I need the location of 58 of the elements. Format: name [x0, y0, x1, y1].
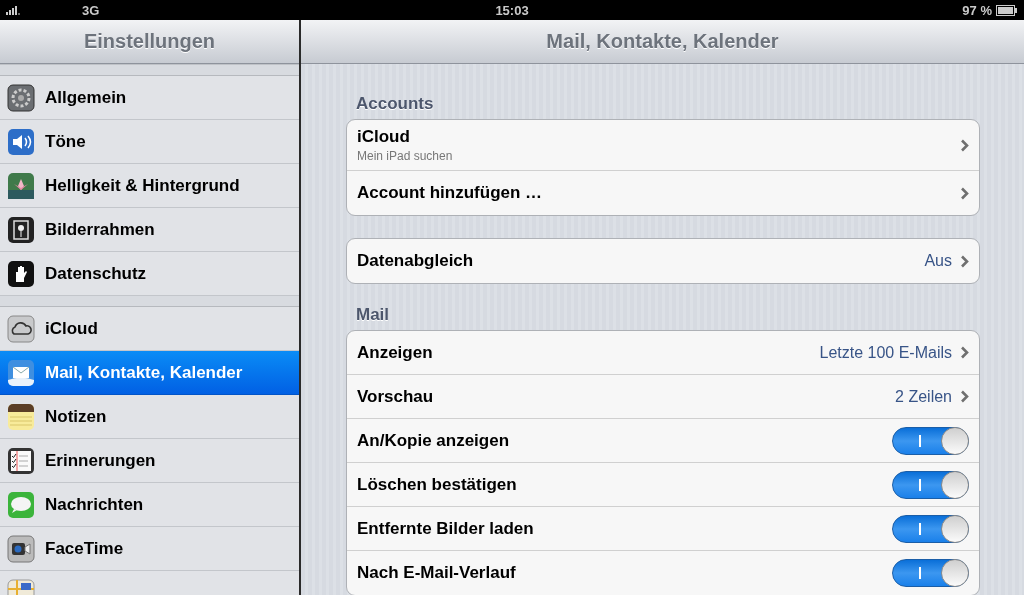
chevron-icon — [960, 346, 969, 359]
chevron-icon — [960, 138, 969, 152]
sidebar-item[interactable]: Töne — [0, 120, 299, 164]
sidebar-item[interactable]: Notizen — [0, 395, 299, 439]
checklist-icon — [7, 446, 35, 475]
settings-row[interactable]: iCloud Mein iPad suchen — [347, 120, 979, 171]
row-label: An/Kopie anzeigen — [357, 430, 511, 451]
detail-title: Mail, Kontakte, Kalender — [546, 30, 779, 53]
sidebar-item[interactable]: Mail, Kontakte, Kalender — [0, 351, 299, 395]
flower-icon — [7, 171, 35, 200]
sidebar-item[interactable]: Helligkeit & Hintergrund — [0, 164, 299, 208]
toggle-switch[interactable] — [892, 559, 969, 587]
settings-row[interactable]: Anzeigen Letzte 100 E-Mails — [347, 331, 979, 375]
settings-row[interactable]: Vorschau 2 Zeilen — [347, 375, 979, 419]
settings-row[interactable]: Datenabgleich Aus — [347, 239, 979, 283]
settings-row[interactable]: Account hinzufügen … — [347, 171, 979, 215]
chevron-icon — [960, 390, 969, 403]
sidebar-item[interactable]: FaceTime — [0, 527, 299, 571]
row-label: Nach E-Mail-Verlauf — [357, 563, 517, 583]
sidebar-item[interactable]: Erinnerungen — [0, 439, 299, 483]
sidebar-item[interactable]: Bilderrahmen — [0, 208, 299, 252]
row-label: Vorschau — [357, 386, 435, 407]
section-header: Mail — [355, 306, 391, 326]
picture-frame-icon — [7, 215, 35, 244]
sidebar-item[interactable]: iCloud — [0, 307, 299, 351]
row-label: Datenabgleich — [357, 251, 475, 271]
row-value: Aus — [924, 252, 952, 270]
battery-icon — [996, 4, 1018, 16]
row-label: Account hinzufügen … — [357, 183, 544, 203]
battery-percent: 97 % — [962, 2, 992, 18]
row-label: Löschen bestätigen — [357, 474, 518, 495]
signal-icon — [6, 5, 22, 15]
speaker-icon — [7, 127, 35, 156]
hand-icon — [7, 259, 35, 288]
row-value: 2 Zeilen — [895, 387, 952, 406]
notepad-icon — [7, 402, 35, 431]
row-label: iCloud — [357, 127, 411, 147]
gear-icon — [7, 83, 35, 112]
sidebar-item[interactable]: Datenschutz — [0, 252, 299, 296]
chevron-icon — [960, 254, 969, 268]
row-subtitle: Mein iPad suchen — [357, 149, 454, 163]
row-label: Entfernte Bilder laden — [357, 518, 535, 539]
sidebar-title: Einstellungen — [83, 30, 216, 53]
row-value: Letzte 100 E-Mails — [819, 343, 952, 362]
sidebar-item[interactable]: Nachrichten — [0, 483, 299, 527]
toggle-switch[interactable] — [892, 514, 969, 543]
section-header: Accounts — [355, 95, 435, 115]
toggle-switch[interactable] — [892, 426, 969, 455]
row-label: Anzeigen — [357, 342, 434, 363]
toggle-switch[interactable] — [892, 470, 969, 499]
sidebar-item[interactable]: Allgemein — [0, 76, 299, 120]
clock: 15:03 — [495, 2, 529, 18]
cloud-icon — [7, 314, 35, 343]
video-camera-icon — [7, 534, 35, 563]
speech-bubble-icon — [7, 490, 35, 519]
envelope-icon — [7, 358, 35, 387]
chevron-icon — [960, 186, 969, 200]
network-label: 3G — [82, 2, 100, 18]
